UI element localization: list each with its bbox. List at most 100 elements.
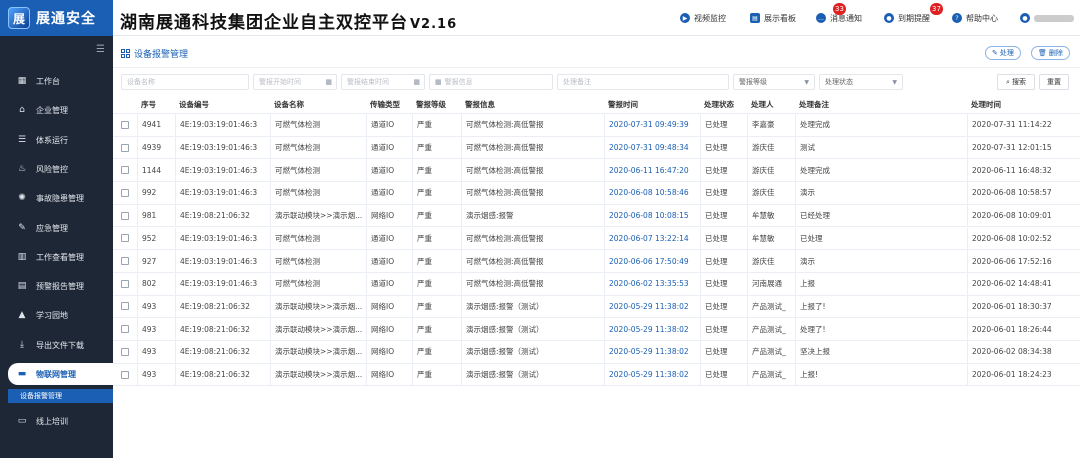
- alarm-start-date-input[interactable]: 警报开始时间 ▦: [253, 74, 337, 90]
- cell-alarm-time[interactable]: 2020-05-29 11:38:02: [604, 341, 700, 363]
- col-header: 设备名称: [274, 100, 304, 109]
- cell-note: 测试: [795, 136, 967, 159]
- table-row[interactable]: 4941 4E:19:03:19:01:46:3 可燃气体检测 通道IO 严重 可燃气体检…: [113, 114, 1080, 137]
- cell-device-name: 演示联动模块>>演示烟...: [270, 363, 366, 386]
- cell-device-name: 演示联动模块>>演示烟...: [270, 341, 366, 363]
- row-checkbox[interactable]: [121, 347, 129, 356]
- table-row[interactable]: 493 4E:19:08:21:06:32 演示联动模块>>演示烟... 网络IO 严重…: [113, 295, 1080, 319]
- process-note-input[interactable]: 处理备注: [557, 74, 729, 90]
- row-checkbox[interactable]: [121, 302, 129, 311]
- table-row[interactable]: 493 4E:19:08:21:06:32 演示联动模块>>演示烟... 网络IO 严重…: [113, 318, 1080, 341]
- sidebar-item-export[interactable]: ⤓ 导出文件下载: [0, 334, 113, 356]
- cell-alarm-time[interactable]: 2020-06-06 17:50:49: [604, 250, 700, 272]
- table-row[interactable]: 981 4E:19:08:21:06:32 演示联动模块>>演示烟... 网络IO 严重…: [113, 204, 1080, 228]
- cell-handler: 牟慧敏: [747, 227, 795, 250]
- table-row[interactable]: 802 4E:19:03:19:01:46:3 可燃气体检测 通道IO 严重 可燃气体检测…: [113, 272, 1080, 296]
- row-checkbox[interactable]: [121, 188, 129, 197]
- cell-process-time: 2020-07-31 12:01:15: [967, 136, 1080, 159]
- cell-transport: 通道IO: [366, 136, 412, 159]
- cell-alarm-time[interactable]: 2020-06-07 13:22:14: [604, 227, 700, 250]
- cell-device-id: 4E:19:03:19:01:46:3: [175, 136, 270, 159]
- sidebar-item-label: 事故隐患管理: [36, 193, 84, 203]
- cell-alarm-time[interactable]: 2020-07-31 09:48:34: [604, 136, 700, 159]
- cell-status: 已处理: [700, 363, 747, 386]
- col-header: 设备编号: [179, 100, 209, 109]
- sidebar-item-enterprise[interactable]: ⌂ 企业管理: [0, 99, 113, 121]
- sidebar-item-label: 学习园地: [36, 310, 68, 320]
- row-checkbox[interactable]: [121, 166, 129, 175]
- nav-reminder[interactable]: ● 到期提醒: [884, 0, 930, 36]
- sidebar-item-iot[interactable]: ▬ 物联网管理: [8, 363, 113, 385]
- nav-help[interactable]: ? 帮助中心: [952, 0, 998, 36]
- cell-alarm-time[interactable]: 2020-06-02 13:35:53: [604, 272, 700, 295]
- row-checkbox-cell: [117, 159, 137, 181]
- cell-process-time: 2020-06-01 18:24:23: [967, 363, 1080, 386]
- table-row[interactable]: 927 4E:19:03:19:01:46:3 可燃气体检测 通道IO 严重 可燃气体检测…: [113, 250, 1080, 273]
- row-checkbox-cell: [117, 250, 137, 272]
- delete-button[interactable]: 🗑 删除: [1031, 46, 1070, 60]
- process-button[interactable]: ✎ 处理: [985, 46, 1021, 60]
- app-title: 湖南展通科技集团企业自主双控平台 V2.16: [120, 8, 457, 33]
- table-row[interactable]: 1144 4E:19:03:19:01:46:3 可燃气体检测 通道IO 严重 可燃气体检…: [113, 159, 1080, 183]
- cell-alarm-time[interactable]: 2020-05-29 11:38:02: [604, 318, 700, 340]
- sidebar-item-training[interactable]: ▭ 线上培训: [0, 410, 113, 432]
- sidebar-item-label: 工作查看管理: [36, 252, 84, 262]
- menu-collapse-icon[interactable]: ☰: [96, 44, 105, 55]
- sidebar-item-system[interactable]: ☰ 体系运行: [0, 129, 113, 151]
- cell-alarm-time[interactable]: 2020-06-11 16:47:20: [604, 159, 700, 182]
- alarm-level-select[interactable]: 警报等级 ▼: [733, 74, 815, 90]
- sidebar-item-warning-report[interactable]: ▤ 预警报告管理: [0, 275, 113, 297]
- alarm-end-date-input[interactable]: 警报结束时间 ▦: [341, 74, 425, 90]
- cell-device-name: 演示联动模块>>演示烟...: [270, 295, 366, 318]
- table-row[interactable]: 992 4E:19:03:19:01:46:3 可燃气体检测 通道IO 严重 可燃气体检测…: [113, 182, 1080, 205]
- cell-handler: 产品测试_: [747, 341, 795, 363]
- table-row[interactable]: 4939 4E:19:03:19:01:46:3 可燃气体检测 通道IO 严重 可燃气体检…: [113, 136, 1080, 160]
- cell-alarm-time[interactable]: 2020-05-29 11:38:02: [604, 295, 700, 318]
- user-menu[interactable]: ●: [1020, 0, 1074, 36]
- sidebar-subitem-device-alarm[interactable]: 设备报警管理: [8, 389, 113, 403]
- search-button[interactable]: ⌕ 搜索: [997, 74, 1035, 90]
- screen-icon: ▭: [17, 416, 27, 426]
- sidebar-item-emergency[interactable]: ✎ 应急管理: [0, 217, 113, 239]
- row-checkbox[interactable]: [121, 279, 129, 288]
- sidebar-item-risk[interactable]: ♨ 风险管控: [0, 158, 113, 180]
- row-checkbox[interactable]: [121, 325, 129, 334]
- filter-bar: 设备名称 警报开始时间 ▦ 警报结束时间 ▦ ▦ 警报信息 处理备注 警报等级 …: [113, 72, 1080, 94]
- col-header: 处理备注: [799, 100, 829, 109]
- header-checkbox-cell: [113, 96, 137, 113]
- cell-device-name: 可燃气体检测: [270, 227, 366, 250]
- nav-video[interactable]: ▶ 视频监控: [680, 0, 726, 36]
- board-icon: ▤: [750, 13, 760, 23]
- row-checkbox[interactable]: [121, 257, 129, 266]
- row-checkbox[interactable]: [121, 234, 129, 243]
- alarm-info-input[interactable]: ▦ 警报信息: [429, 74, 553, 90]
- logo[interactable]: 展 展通安全: [0, 0, 113, 36]
- cell-alarm-info: 可燃气体检测:高低警报: [461, 182, 604, 204]
- col-header: 传输类型: [370, 100, 400, 109]
- row-checkbox-cell: [117, 364, 137, 386]
- cell-alarm-time[interactable]: 2020-05-29 11:38:02: [604, 363, 700, 386]
- table-row[interactable]: 493 4E:19:08:21:06:32 演示联动模块>>演示烟... 网络IO 严重…: [113, 341, 1080, 364]
- cell-alarm-time[interactable]: 2020-07-31 09:49:39: [604, 114, 700, 136]
- row-checkbox[interactable]: [121, 211, 129, 220]
- process-status-select[interactable]: 处理状态 ▼: [819, 74, 903, 90]
- sidebar-item-hazard[interactable]: ✺ 事故隐患管理: [0, 187, 113, 209]
- device-name-input[interactable]: 设备名称: [121, 74, 249, 90]
- nav-board[interactable]: ▤ 展示看板: [750, 0, 796, 36]
- sidebar-item-learning[interactable]: ▲ 学习园地: [0, 304, 113, 326]
- cell-note: 上报: [795, 272, 967, 295]
- sidebar-item-worklog[interactable]: ▥ 工作查看管理: [0, 246, 113, 268]
- row-checkbox[interactable]: [121, 143, 129, 152]
- cell-alarm-info: 演示烟感:报警（测试）: [461, 318, 604, 340]
- col-header: 处理人: [751, 100, 774, 109]
- alarm-end-placeholder: 警报结束时间: [347, 78, 389, 86]
- table-row[interactable]: 952 4E:19:03:19:01:46:3 可燃气体检测 通道IO 严重 可燃气体检测…: [113, 227, 1080, 251]
- table-row[interactable]: 493 4E:19:08:21:06:32 演示联动模块>>演示烟... 网络IO 严重…: [113, 363, 1080, 387]
- reset-button[interactable]: 重置: [1039, 74, 1069, 90]
- sidebar-item-workbench[interactable]: ▦ 工作台: [0, 70, 113, 92]
- cell-alarm-time[interactable]: 2020-06-08 10:58:46: [604, 182, 700, 204]
- row-checkbox[interactable]: [121, 370, 129, 379]
- cell-handler: 游庆佳: [747, 159, 795, 182]
- cell-alarm-time[interactable]: 2020-06-08 10:08:15: [604, 204, 700, 227]
- row-checkbox[interactable]: [121, 120, 129, 129]
